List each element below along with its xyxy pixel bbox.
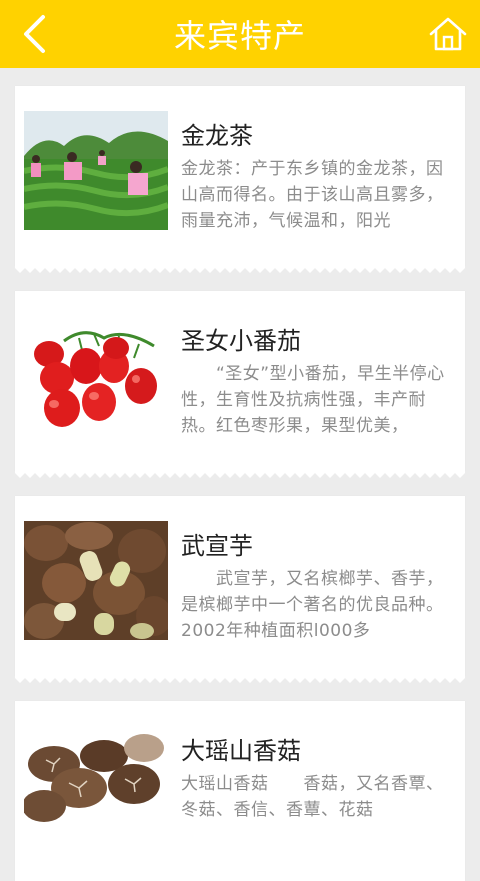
tea-plantation-photo bbox=[24, 111, 168, 230]
chevron-left-icon bbox=[24, 15, 45, 53]
item-name: 金龙茶 bbox=[181, 122, 253, 150]
list-item[interactable]: 武宣芋 武宣芋，又名槟榔芋、香芋，是槟榔芋中一个著名的优良品种。2002年种植面… bbox=[15, 496, 465, 683]
shiitake-photo bbox=[24, 726, 168, 845]
home-icon bbox=[429, 17, 467, 51]
taro-photo bbox=[24, 521, 168, 640]
list-item[interactable]: 金龙茶 金龙茶：产于东乡镇的金龙茶，因山高而得名。由于该山高且雾多，雨量充沛，气… bbox=[15, 86, 465, 273]
cherry-tomatoes-photo bbox=[24, 316, 168, 435]
back-button[interactable] bbox=[14, 14, 54, 54]
list-item[interactable]: 圣女小番茄 “圣女”型小番茄，早生半停心性，生育性及抗病性强，丰产耐热。红色枣形… bbox=[15, 291, 465, 478]
page-title: 来宾特产 bbox=[173, 17, 306, 55]
item-description: “圣女”型小番茄，早生半停心性，生育性及抗病性强，丰产耐热。红色枣形果，果型优美… bbox=[181, 364, 445, 436]
zigzag-edge bbox=[15, 266, 465, 273]
item-name: 武宣芋 bbox=[181, 532, 253, 560]
list-item[interactable]: 大瑶山香菇 大瑶山香菇 香菇，又名香覃、冬菇、香信、香蕈、花菇 bbox=[15, 701, 465, 881]
item-name: 大瑶山香菇 bbox=[181, 737, 301, 765]
zigzag-edge bbox=[15, 471, 465, 478]
item-name: 圣女小番茄 bbox=[181, 327, 301, 355]
home-button[interactable] bbox=[426, 12, 470, 56]
item-description: 金龙茶：产于东乡镇的金龙茶，因山高而得名。由于该山高且雾多，雨量充沛，气候温和，… bbox=[181, 159, 444, 231]
zigzag-edge bbox=[15, 676, 465, 683]
item-description: 大瑶山香菇 香菇，又名香覃、冬菇、香信、香蕈、花菇 bbox=[181, 774, 444, 820]
app-header: 来宾特产 bbox=[0, 0, 480, 68]
item-description: 武宣芋，又名槟榔芋、香芋，是槟榔芋中一个著名的优良品种。2002年种植面积l00… bbox=[181, 569, 444, 641]
